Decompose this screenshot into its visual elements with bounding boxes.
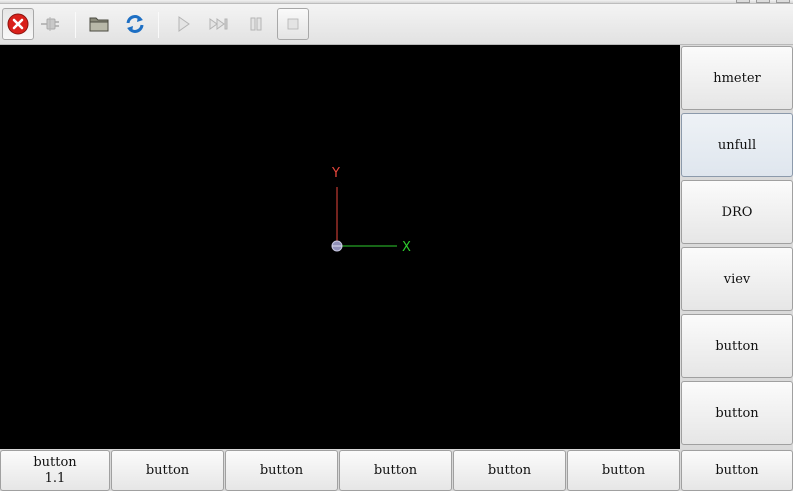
step-icon	[209, 18, 228, 30]
bottom-button-2[interactable]: button	[111, 450, 224, 491]
x-axis-label: X	[402, 240, 411, 255]
toolbar-separator	[75, 12, 76, 38]
unfull-button[interactable]: unfull	[681, 113, 793, 177]
bottom-button-1-label: button	[33, 454, 77, 470]
viev-button[interactable]: viev	[681, 247, 793, 311]
open-file-button[interactable]	[83, 8, 115, 40]
bottom-button-3[interactable]: button	[225, 450, 338, 491]
pause-icon	[250, 17, 262, 31]
side-button-panel: hmeter unfull DRO viev button button	[680, 45, 793, 449]
pause-button[interactable]	[240, 8, 272, 40]
dro-button[interactable]: DRO	[681, 180, 793, 244]
bottom-button-7[interactable]: button	[681, 450, 793, 491]
machine-power-button[interactable]	[34, 8, 66, 40]
side-button-6[interactable]: button	[681, 381, 793, 445]
estop-icon	[7, 13, 29, 35]
power-icon	[41, 17, 59, 31]
bottom-button-bar: button 1.1 button button button button b…	[0, 449, 793, 491]
run-button[interactable]	[167, 8, 199, 40]
bottom-button-1-sublabel: 1.1	[44, 470, 66, 486]
step-button[interactable]	[203, 8, 235, 40]
bottom-button-6[interactable]: button	[567, 450, 680, 491]
toolbar	[0, 4, 793, 45]
axes-origin: Y X	[331, 166, 411, 255]
stop-button[interactable]	[277, 8, 309, 40]
toolbar-separator	[158, 12, 159, 38]
gcode-preview[interactable]: Y X	[0, 45, 680, 449]
run-icon	[178, 16, 190, 32]
reload-button[interactable]	[119, 8, 151, 40]
window-close-icon[interactable]	[776, 0, 790, 3]
hmeter-button[interactable]: hmeter	[681, 46, 793, 110]
side-button-5[interactable]: button	[681, 314, 793, 378]
bottom-button-4[interactable]: button	[339, 450, 452, 491]
y-axis-label: Y	[331, 166, 340, 181]
window-minimize-icon[interactable]	[736, 0, 750, 3]
reload-icon	[126, 15, 144, 33]
bottom-button-5[interactable]: button	[453, 450, 566, 491]
window-maximize-icon[interactable]	[756, 0, 770, 3]
estop-button[interactable]	[2, 8, 34, 40]
open-folder-icon	[89, 17, 109, 32]
bottom-button-1[interactable]: button 1.1	[0, 450, 110, 491]
stop-icon	[287, 18, 299, 30]
